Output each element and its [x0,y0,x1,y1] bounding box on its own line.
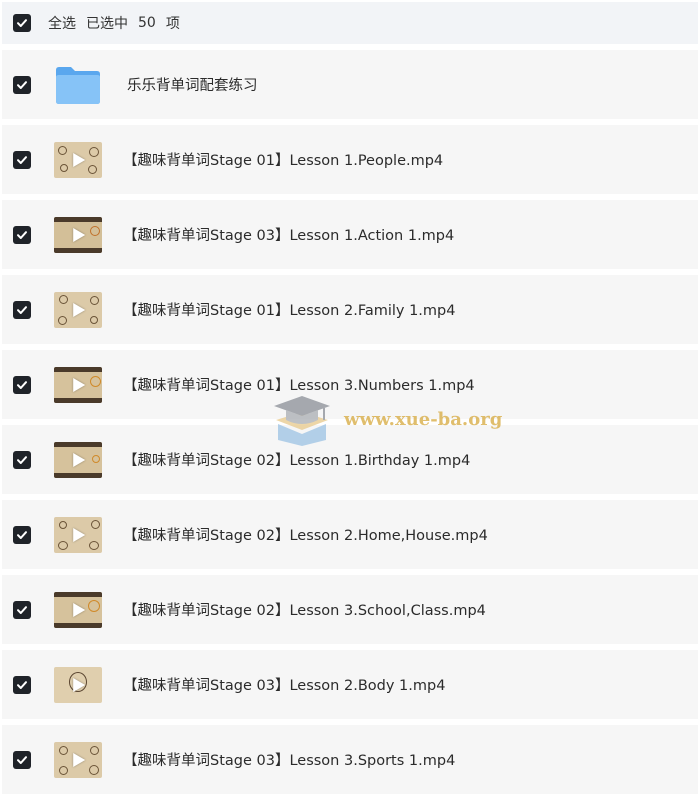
play-icon [73,302,86,317]
file-row-video[interactable]: 【趣味背单词Stage 01】Lesson 1.People.mp4 [2,125,698,194]
checkmark-icon [17,755,27,764]
video-thumbnail [51,365,105,405]
selected-prefix: 已选中 [86,16,128,32]
select-all-checkbox[interactable] [13,14,31,32]
video-thumbnail [51,140,105,180]
checkmark-icon [17,530,27,539]
file-name[interactable]: 【趣味背单词Stage 02】Lesson 2.Home,House.mp4 [123,524,488,545]
checkmark-icon [17,605,27,614]
checkmark-icon [17,380,27,389]
row-checkbox[interactable] [13,375,31,394]
file-row-video[interactable]: 【趣味背单词Stage 03】Lesson 3.Sports 1.mp4 [2,725,698,794]
row-checkbox[interactable] [13,225,31,244]
play-icon [73,527,86,542]
selected-suffix: 项 [165,16,180,32]
row-checkbox[interactable] [13,150,31,169]
play-icon [73,152,86,167]
checkmark-icon [17,305,27,314]
selected-count: 50 [138,15,156,31]
file-name[interactable]: 【趣味背单词Stage 03】Lesson 2.Body 1.mp4 [123,674,445,695]
row-checkbox[interactable] [13,525,31,544]
checkmark-icon [17,230,27,239]
select-all-label[interactable]: 全选 [48,13,76,33]
file-row-video[interactable]: 【趣味背单词Stage 02】Lesson 3.School,Class.mp4 [2,575,698,644]
row-checkbox[interactable] [13,600,31,619]
file-name[interactable]: 【趣味背单词Stage 01】Lesson 2.Family 1.mp4 [123,299,455,320]
file-name[interactable]: 【趣味背单词Stage 03】Lesson 3.Sports 1.mp4 [123,749,455,770]
row-checkbox[interactable] [13,75,31,94]
row-checkbox[interactable] [13,675,31,694]
file-row-video[interactable]: 【趣味背单词Stage 02】Lesson 2.Home,House.mp4 [2,500,698,569]
file-row-video[interactable]: 【趣味背单词Stage 01】Lesson 3.Numbers 1.mp4 [2,350,698,419]
video-thumbnail [51,440,105,480]
file-row-folder[interactable]: 乐乐背单词配套练习 [2,50,698,119]
file-row-video[interactable]: 【趣味背单词Stage 03】Lesson 2.Body 1.mp4 [2,650,698,719]
file-name[interactable]: 【趣味背单词Stage 02】Lesson 1.Birthday 1.mp4 [123,449,470,470]
checkmark-icon [17,455,27,464]
video-thumbnail [51,215,105,255]
row-checkbox[interactable] [13,750,31,769]
video-thumbnail [51,740,105,780]
video-thumbnail [51,665,105,705]
play-icon [73,452,86,467]
checkmark-icon [17,80,27,89]
video-thumbnail [51,590,105,630]
file-row-video[interactable]: 【趣味背单词Stage 03】Lesson 1.Action 1.mp4 [2,200,698,269]
play-icon [73,677,86,692]
checkmark-icon [17,19,27,27]
checkmark-icon [17,680,27,689]
play-icon [73,227,86,242]
row-checkbox[interactable] [13,450,31,469]
video-thumbnail [51,290,105,330]
file-row-video[interactable]: 【趣味背单词Stage 01】Lesson 2.Family 1.mp4 [2,275,698,344]
play-icon [73,602,86,617]
file-name[interactable]: 【趣味背单词Stage 03】Lesson 1.Action 1.mp4 [123,224,454,245]
play-icon [73,377,86,392]
file-name[interactable]: 【趣味背单词Stage 01】Lesson 1.People.mp4 [123,149,443,170]
folder-icon [51,65,105,105]
file-row-video[interactable]: 【趣味背单词Stage 02】Lesson 1.Birthday 1.mp4 [2,425,698,494]
row-checkbox[interactable] [13,300,31,319]
select-all-bar: 全选 已选中 50 项 [2,2,698,44]
file-name[interactable]: 乐乐背单词配套练习 [127,74,258,95]
video-thumbnail [51,515,105,555]
play-icon [73,752,86,767]
checkmark-icon [17,155,27,164]
file-name[interactable]: 【趣味背单词Stage 02】Lesson 3.School,Class.mp4 [123,599,486,620]
file-name[interactable]: 【趣味背单词Stage 01】Lesson 3.Numbers 1.mp4 [123,374,475,395]
selection-summary: 全选 已选中 50 项 [48,13,180,33]
